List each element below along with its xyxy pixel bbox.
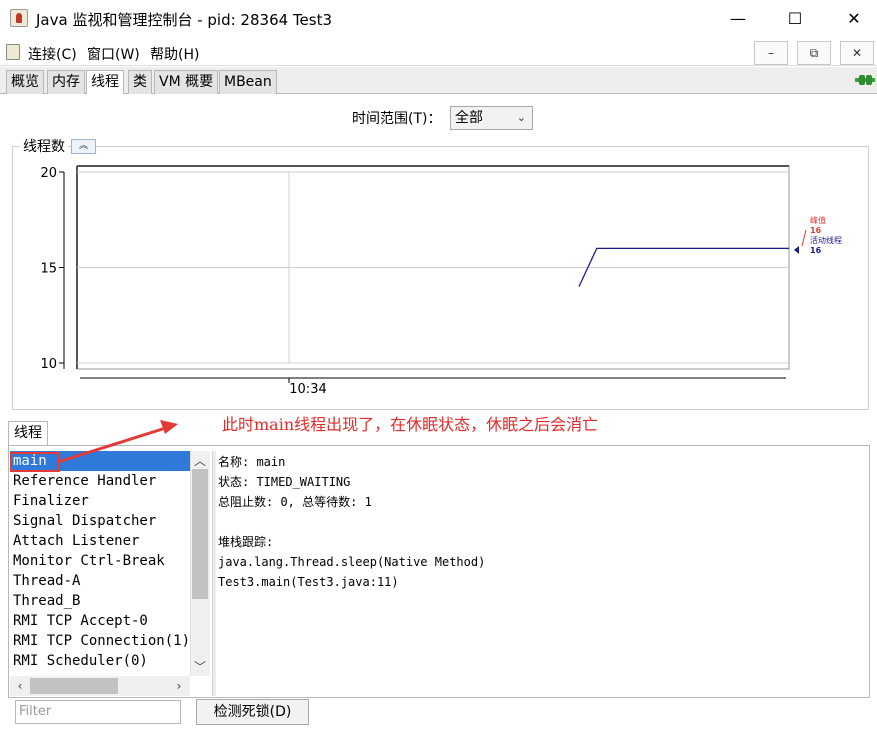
annotation-arrow <box>57 420 178 464</box>
